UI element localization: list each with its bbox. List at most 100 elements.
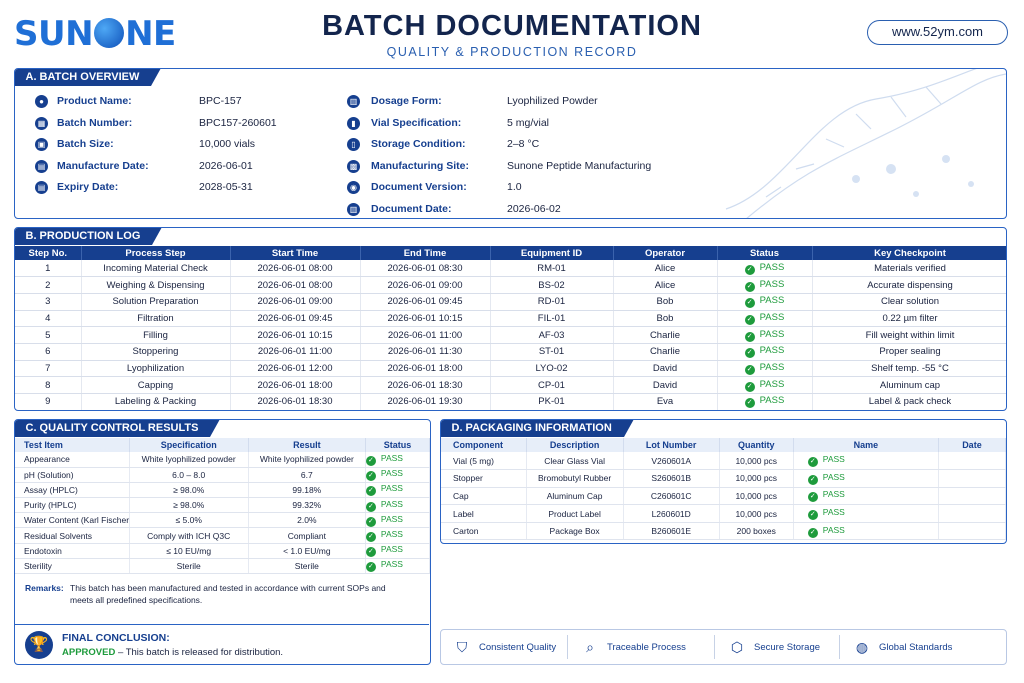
overview-value: Sunone Peptide Manufacturing <box>507 159 652 172</box>
table-cell: 2026-06-01 10:15 <box>230 326 361 344</box>
conclusion-text: APPROVED – This batch is released for di… <box>62 647 283 658</box>
table-cell: Filtration <box>81 310 231 328</box>
table-row: Appearance White lyophilized powder White … <box>15 452 430 468</box>
check-circle-icon: ✓ <box>365 486 376 497</box>
table-cell: AF-03 <box>490 326 614 344</box>
status-pass: PASS <box>759 311 785 323</box>
table-cell: David <box>613 360 718 378</box>
column-header[interactable]: Operator <box>613 246 718 260</box>
status-cell: ✓ PASS <box>365 452 430 468</box>
column-header[interactable]: Name <box>793 438 939 452</box>
status-pass: PASS <box>380 513 403 524</box>
table-cell: PK-01 <box>490 393 614 410</box>
factory-icon: ▩ <box>347 159 360 173</box>
table-cell: 2026-06-01 09:00 <box>230 293 361 311</box>
table-cell: Product Label <box>526 504 624 523</box>
overview-value: 10,000 vials <box>199 138 256 150</box>
check-circle-icon: ✓ <box>807 457 818 468</box>
table-cell: Aluminum Cap <box>526 487 624 506</box>
table-cell: Appearance <box>15 452 130 468</box>
table-cell: Sterile <box>129 558 249 575</box>
production-log-panel: B. PRODUCTION LOG Step No. Process Step St… <box>14 227 1007 411</box>
status-pass: PASS <box>380 559 403 570</box>
overview-value: BPC-157 <box>199 95 242 107</box>
table-cell: FIL-01 <box>490 310 614 328</box>
table-row: Water Content (Karl Fischer) ≤ 5.0% 2.0% ✓ P… <box>15 512 430 529</box>
overview-value: 2–8 °C <box>507 138 540 150</box>
check-circle-icon: ✓ <box>744 381 755 392</box>
feature-divider <box>839 635 840 659</box>
shield-check-icon: ⛉ <box>456 639 468 655</box>
table-cell: ≤ 10 EU/mg <box>129 543 249 559</box>
column-header[interactable]: Date <box>938 438 1006 452</box>
calendar-icon: ▤ <box>35 159 48 173</box>
table-cell: 2026-06-01 19:30 <box>360 393 491 410</box>
table-cell: 200 boxes <box>719 522 794 541</box>
check-circle-icon: ✓ <box>807 492 818 503</box>
column-header[interactable]: Status <box>717 246 813 260</box>
table-cell: Filling <box>81 326 231 344</box>
table-cell: Labeling & Packing <box>81 393 231 410</box>
check-circle-icon: ✓ <box>744 364 755 375</box>
table-cell: White lyophilized powder <box>129 452 249 468</box>
status-pass: PASS <box>759 278 785 290</box>
website-link[interactable]: www.52ym.com <box>867 20 1008 45</box>
table-cell: CP-01 <box>490 376 614 394</box>
table-cell: Package Box <box>526 522 624 541</box>
column-header[interactable]: Start Time <box>230 246 361 260</box>
column-header[interactable]: Lot Number <box>623 438 720 452</box>
feature-divider <box>567 635 568 659</box>
table-cell: Solution Preparation <box>81 293 231 311</box>
table-cell: 2026-06-01 08:00 <box>230 276 361 294</box>
status-cell: ✓ PASS <box>717 393 813 410</box>
overview-label: Manufacture Date: <box>57 159 149 172</box>
table-cell: Sterile <box>248 558 366 575</box>
column-header[interactable]: Key Checkpoint <box>812 246 1006 260</box>
table-cell: RD-01 <box>490 293 614 311</box>
status-cell: ✓ PASS <box>365 497 430 514</box>
column-header[interactable]: Status <box>365 438 430 452</box>
date-cell <box>938 469 1006 488</box>
status-pass: PASS <box>822 524 845 535</box>
table-cell: 99.18% <box>248 482 366 499</box>
table-cell: 6.7 <box>248 467 366 483</box>
conclusion-title: FINAL CONCLUSION: <box>62 632 170 644</box>
version-icon: ◉ <box>347 181 360 194</box>
column-header[interactable]: Quantity <box>719 438 794 452</box>
column-header[interactable]: Description <box>526 438 624 452</box>
column-header[interactable]: Test Item <box>15 438 130 452</box>
globe-icon: ◍ <box>855 639 869 655</box>
column-header[interactable]: Component <box>441 438 527 452</box>
column-header[interactable]: Specification <box>129 438 249 452</box>
overview-label: Expiry Date: <box>57 181 119 193</box>
table-cell: pH (Solution) <box>15 467 130 483</box>
feature-item: ⬡ Secure Storage <box>728 630 820 664</box>
table-cell: Sterility <box>15 558 130 575</box>
table-cell: 2 <box>15 276 82 294</box>
column-header[interactable]: Result <box>248 438 366 452</box>
column-header[interactable]: Step No. <box>15 246 82 260</box>
overview-label: Batch Size: <box>57 138 114 150</box>
status-pass: PASS <box>759 395 785 407</box>
column-header[interactable]: End Time <box>360 246 491 260</box>
status-cell: ✓ PASS <box>793 522 939 541</box>
dna-watermark-icon <box>725 69 1006 218</box>
feature-label: Global Standards <box>879 641 953 653</box>
check-circle-icon: ✓ <box>365 547 376 558</box>
status-pass: PASS <box>822 471 845 482</box>
column-header[interactable]: Process Step <box>81 246 231 260</box>
column-header[interactable]: Equipment ID <box>490 246 614 260</box>
status-cell: ✓ PASS <box>717 310 813 328</box>
table-cell: 2026-06-01 09:45 <box>230 310 361 328</box>
table-cell: 2026-06-01 11:30 <box>360 343 491 361</box>
packaging-header-row: Component Description Lot Number Quantity Na… <box>441 438 1006 452</box>
table-cell: 10,000 pcs <box>719 504 794 523</box>
overview-label: Document Date: <box>371 202 452 215</box>
table-cell: Alice <box>613 260 718 278</box>
table-row: 1 Incoming Material Check 2026-06-01 08:00… <box>15 260 1006 278</box>
status-pass: PASS <box>380 468 403 479</box>
status-pass: PASS <box>759 328 785 340</box>
date-cell <box>938 522 1006 541</box>
status-cell: ✓ PASS <box>717 376 813 394</box>
table-cell: Endotoxin <box>15 543 130 559</box>
